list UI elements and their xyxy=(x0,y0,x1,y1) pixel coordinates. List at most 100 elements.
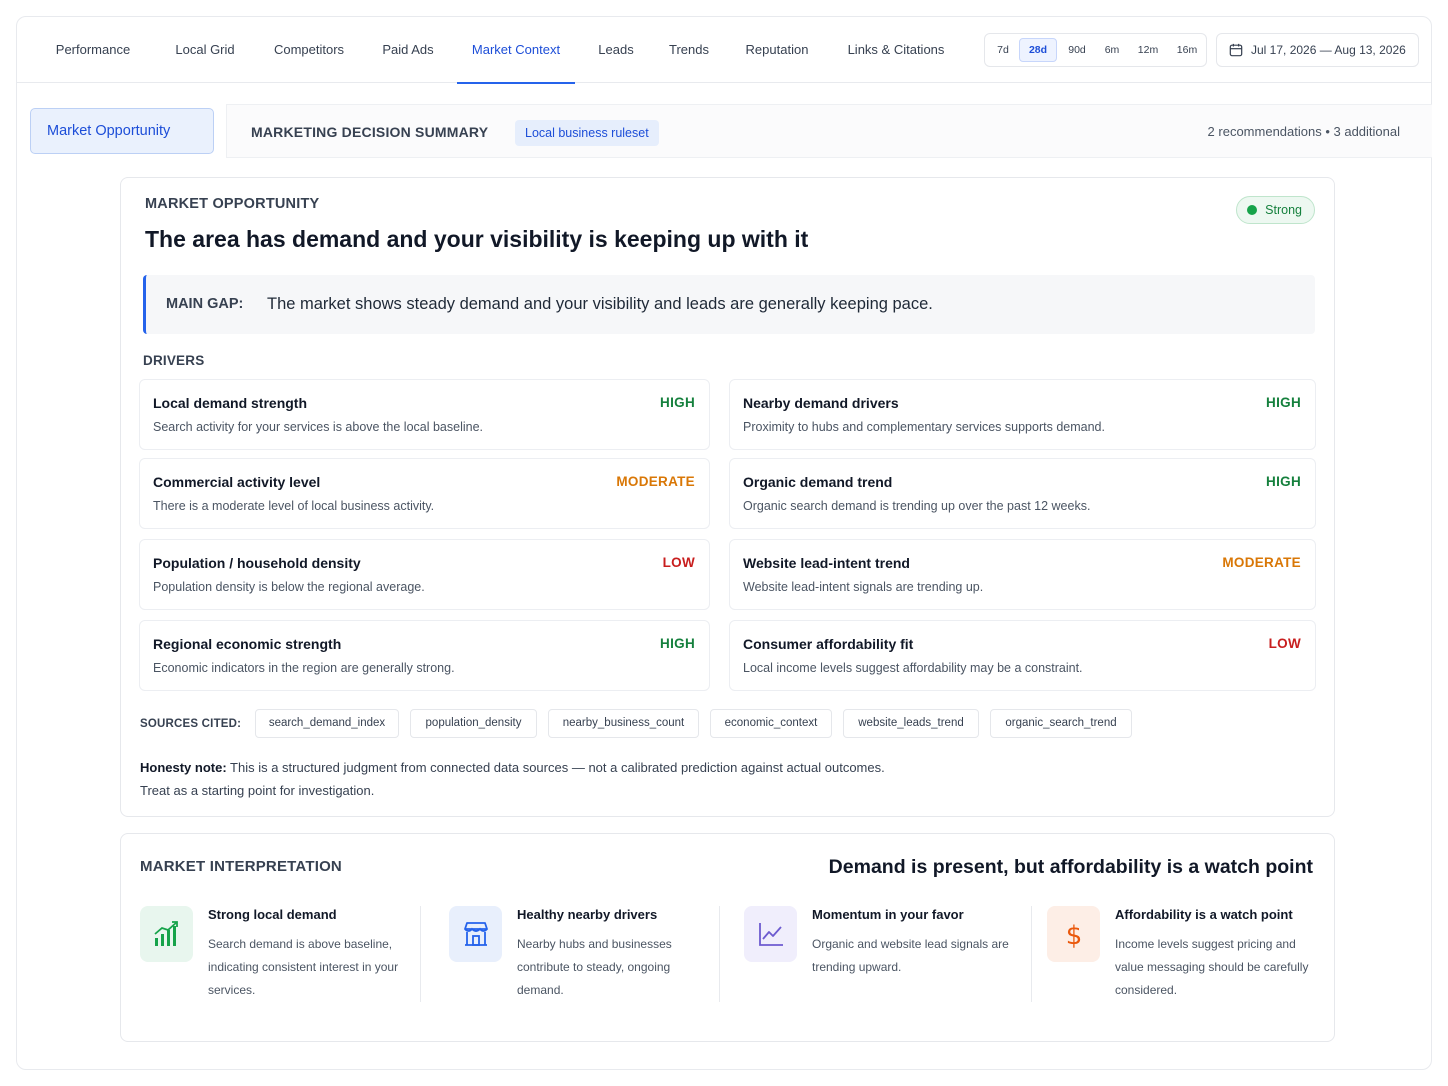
interpretation-kicker: MARKET INTERPRETATION xyxy=(140,858,342,875)
drivers-heading: DRIVERS xyxy=(143,353,205,368)
bar-chart-icon xyxy=(140,906,193,962)
main-gap-callout: MAIN GAP: The market shows steady demand… xyxy=(143,275,1315,334)
driver-title: Website lead-intent trend xyxy=(743,555,910,571)
date-range-text: Jul 17, 2026 — Aug 13, 2026 xyxy=(1251,43,1406,57)
tab-performance[interactable]: Performance xyxy=(40,16,146,83)
tab-leads[interactable]: Leads xyxy=(590,16,642,83)
driver-level: HIGH xyxy=(1266,474,1301,489)
driver-card: Commercial activity level MODERATE There… xyxy=(139,458,710,529)
range-12m-button[interactable]: 12m xyxy=(1129,38,1167,62)
interpretation-item: $ Affordability is a watch point Income … xyxy=(1047,904,1317,1014)
driver-level: MODERATE xyxy=(1222,555,1301,570)
interpretation-item-title: Momentum in your favor xyxy=(812,907,964,922)
storefront-icon xyxy=(449,906,502,962)
recommendations-count: 2 recommendations • 3 additional xyxy=(1207,124,1400,139)
range-28d-button[interactable]: 28d xyxy=(1019,38,1057,62)
driver-desc: There is a moderate level of local busin… xyxy=(153,499,435,513)
divider xyxy=(420,906,421,1002)
driver-card: Consumer affordability fit LOW Local inc… xyxy=(729,620,1316,691)
source-chip[interactable]: economic_context xyxy=(710,709,832,738)
divider xyxy=(1031,906,1032,1002)
interpretation-item: Strong local demand Search demand is abo… xyxy=(140,904,410,1014)
card-kicker: MARKET OPPORTUNITY xyxy=(145,196,320,212)
interpretation-title: Demand is present, but affordability is … xyxy=(828,856,1313,878)
main-gap-label: MAIN GAP: xyxy=(166,296,244,312)
date-range-picker[interactable]: Jul 17, 2026 — Aug 13, 2026 xyxy=(1216,33,1419,67)
honesty-text-2: Treat as a starting point for investigat… xyxy=(140,783,375,798)
market-opportunity-tab[interactable]: Market Opportunity xyxy=(30,108,214,154)
range-16m-button[interactable]: 16m xyxy=(1169,38,1205,62)
tab-market-context[interactable]: Market Context xyxy=(457,16,575,84)
interpretation-item-title: Affordability is a watch point xyxy=(1115,907,1293,922)
market-opportunity-card: MARKET OPPORTUNITY The area has demand a… xyxy=(120,177,1335,817)
calendar-icon xyxy=(1229,43,1243,57)
range-7d-button[interactable]: 7d xyxy=(988,38,1018,62)
range-90d-button[interactable]: 90d xyxy=(1059,38,1095,62)
driver-desc: Local income levels suggest affordabilit… xyxy=(743,661,1083,675)
driver-card: Population / household density LOW Popul… xyxy=(139,539,710,610)
interpretation-item-desc: Search demand is above baseline, indicat… xyxy=(208,937,399,997)
driver-desc: Population density is below the regional… xyxy=(153,580,425,594)
status-text: Strong xyxy=(1265,203,1302,217)
interpretation-item-title: Healthy nearby drivers xyxy=(517,907,658,922)
driver-title: Commercial activity level xyxy=(153,474,321,490)
status-dot-icon xyxy=(1247,205,1258,215)
source-chip[interactable]: website_leads_trend xyxy=(843,709,979,738)
summary-title: MARKETING DECISION SUMMARY xyxy=(251,124,489,140)
tab-paid-ads[interactable]: Paid Ads xyxy=(374,16,442,83)
driver-card: Local demand strength HIGH Search activi… xyxy=(139,379,710,450)
driver-card: Organic demand trend HIGH Organic search… xyxy=(729,458,1316,529)
tab-reputation[interactable]: Reputation xyxy=(734,16,820,83)
card-title: The area has demand and your visibility … xyxy=(145,226,809,252)
driver-level: HIGH xyxy=(660,636,695,651)
interpretation-item-desc: Income levels suggest pricing and value … xyxy=(1115,937,1309,997)
driver-card: Website lead-intent trend MODERATE Websi… xyxy=(729,539,1316,610)
sources-label: SOURCES CITED: xyxy=(140,718,242,730)
interpretation-item: Momentum in your favor Organic and websi… xyxy=(744,904,1024,1014)
interpretation-item-desc: Organic and website lead signals are tre… xyxy=(812,937,1009,974)
interpretation-item: Healthy nearby drivers Nearby hubs and b… xyxy=(449,904,719,1014)
interpretation-item-title: Strong local demand xyxy=(208,907,337,922)
driver-card: Regional economic strength HIGH Economic… xyxy=(139,620,710,691)
honesty-label: Honesty note: xyxy=(140,760,227,775)
tab-local-grid[interactable]: Local Grid xyxy=(166,16,244,83)
status-badge: Strong xyxy=(1236,196,1315,224)
tab-links-citations[interactable]: Links & Citations xyxy=(838,16,954,83)
driver-level: LOW xyxy=(662,555,695,570)
trend-line-icon xyxy=(744,906,797,962)
source-chip[interactable]: organic_search_trend xyxy=(990,709,1132,738)
driver-card: Nearby demand drivers HIGH Proximity to … xyxy=(729,379,1316,450)
driver-title: Nearby demand drivers xyxy=(743,395,899,411)
honesty-note: Honesty note: This is a structured judgm… xyxy=(140,756,885,802)
dollar-icon: $ xyxy=(1047,906,1100,962)
driver-desc: Website lead-intent signals are trending… xyxy=(743,580,984,594)
driver-title: Regional economic strength xyxy=(153,636,342,652)
divider xyxy=(719,906,720,1002)
svg-text:$: $ xyxy=(1066,921,1083,948)
interpretation-item-desc: Nearby hubs and businesses contribute to… xyxy=(517,937,672,997)
tab-trends[interactable]: Trends xyxy=(660,16,718,83)
source-chip[interactable]: search_demand_index xyxy=(255,709,399,738)
source-chip[interactable]: nearby_business_count xyxy=(548,709,699,738)
main-gap-text: The market shows steady demand and your … xyxy=(267,295,933,313)
driver-title: Population / household density xyxy=(153,555,361,571)
driver-desc: Economic indicators in the region are ge… xyxy=(153,661,455,675)
driver-title: Consumer affordability fit xyxy=(743,636,914,652)
driver-level: LOW xyxy=(1268,636,1301,651)
driver-desc: Organic search demand is trending up ove… xyxy=(743,499,1091,513)
driver-desc: Search activity for your services is abo… xyxy=(153,420,484,434)
decision-summary-bar: MARKETING DECISION SUMMARY Local busines… xyxy=(226,104,1432,158)
ruleset-badge: Local business ruleset xyxy=(515,120,659,146)
driver-desc: Proximity to hubs and complementary serv… xyxy=(743,420,1105,434)
range-6m-button[interactable]: 6m xyxy=(1097,38,1127,62)
driver-level: HIGH xyxy=(660,395,695,410)
driver-title: Organic demand trend xyxy=(743,474,893,490)
driver-level: HIGH xyxy=(1266,395,1301,410)
tab-competitors[interactable]: Competitors xyxy=(264,16,354,83)
range-selector: 7d 28d 90d 6m 12m 16m xyxy=(984,33,1207,67)
honesty-text: This is a structured judgment from conne… xyxy=(226,760,885,775)
top-nav: Performance Local Grid Competitors Paid … xyxy=(16,16,1432,84)
market-interpretation-card: MARKET INTERPRETATION Demand is present,… xyxy=(120,833,1335,1042)
driver-level: MODERATE xyxy=(616,474,695,489)
source-chip[interactable]: population_density xyxy=(410,709,537,738)
